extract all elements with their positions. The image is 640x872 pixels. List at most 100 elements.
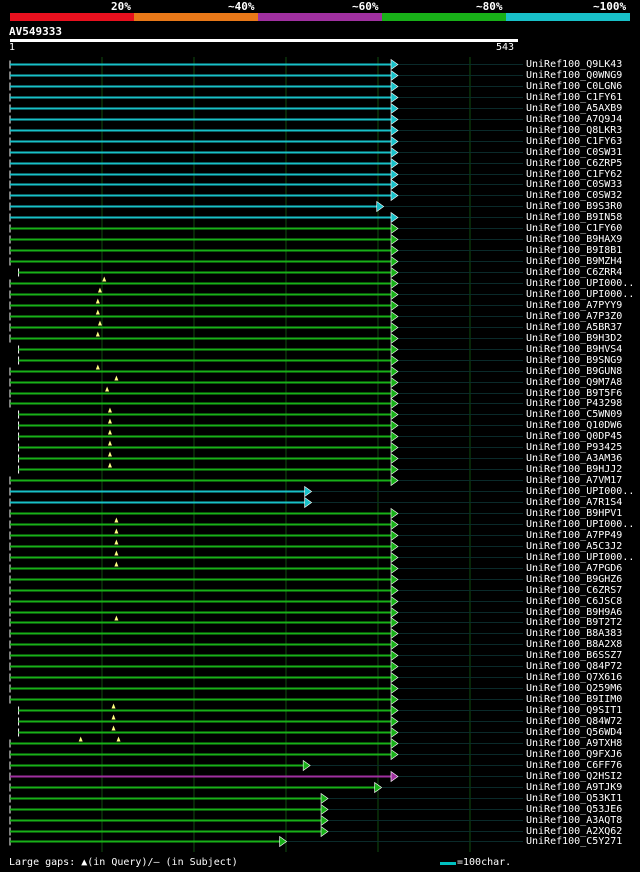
query-gap-marker: [95, 364, 100, 370]
hit-end-arrow: [390, 441, 399, 454]
hit-name[interactable]: UniRef100_C5WN09: [526, 409, 622, 420]
hit-name[interactable]: UniRef100_C6ZRS7: [526, 585, 622, 596]
hit-name[interactable]: UniRef100_Q259M6: [526, 683, 622, 694]
hit-end-arrow: [390, 222, 399, 235]
hit-name[interactable]: UniRef100_B9SNG9: [526, 355, 622, 366]
hit-name[interactable]: UniRef100_UPI000..: [526, 552, 634, 563]
hit-name[interactable]: UniRef100_C0LGN6: [526, 81, 622, 92]
hit-name[interactable]: UniRef100_Q84W72: [526, 716, 622, 727]
hit-name[interactable]: UniRef100_B9HVS4: [526, 344, 622, 355]
query-gap-marker: [97, 320, 102, 326]
hit-end-arrow: [390, 178, 399, 191]
hit-name[interactable]: UniRef100_B9IN58: [526, 212, 622, 223]
hit-name[interactable]: UniRef100_Q10DW6: [526, 420, 622, 431]
hit-name[interactable]: UniRef100_C0SW33: [526, 179, 622, 190]
hit-name[interactable]: UniRef100_B8A383: [526, 628, 622, 639]
hit-name[interactable]: UniRef100_Q8LKR3: [526, 125, 622, 136]
hit-name[interactable]: UniRef100_B9GUN8: [526, 366, 622, 377]
hit-name[interactable]: UniRef100_A5AXB9: [526, 103, 622, 114]
hit-end-arrow: [320, 814, 329, 827]
hit-end-arrow: [390, 573, 399, 586]
hit-name[interactable]: UniRef100_C6FF76: [526, 760, 622, 771]
hit-end-arrow: [390, 671, 399, 684]
hit-name[interactable]: UniRef100_UPI000..: [526, 289, 634, 300]
hit-name[interactable]: UniRef100_B9H3D2: [526, 333, 622, 344]
hit-name[interactable]: UniRef100_A7R1S4: [526, 497, 622, 508]
query-gap-marker: [105, 386, 110, 392]
hit-name[interactable]: UniRef100_A7Q9J4: [526, 114, 622, 125]
hit-name[interactable]: UniRef100_Q84P72: [526, 661, 622, 672]
query-gap-marker: [107, 429, 112, 435]
hit-name[interactable]: UniRef100_A5C3J2: [526, 541, 622, 552]
hit-name[interactable]: UniRef100_Q56WD4: [526, 727, 622, 738]
hit-end-arrow: [302, 759, 311, 772]
hit-name[interactable]: UniRef100_A7VM17: [526, 475, 622, 486]
hit-name[interactable]: UniRef100_B9T2T2: [526, 617, 622, 628]
hit-name[interactable]: UniRef100_A9TJK9: [526, 782, 622, 793]
hit-name[interactable]: UniRef100_Q0DP45: [526, 431, 622, 442]
hit-name[interactable]: UniRef100_C0SW32: [526, 190, 622, 201]
hit-name[interactable]: UniRef100_UPI000..: [526, 278, 634, 289]
hit-name[interactable]: UniRef100_C6ZRP5: [526, 158, 622, 169]
hit-name[interactable]: UniRef100_A5BR37: [526, 322, 622, 333]
hit-name[interactable]: UniRef100_UPI000..: [526, 486, 634, 497]
hit-end-arrow: [390, 540, 399, 553]
hit-name[interactable]: UniRef100_A7PYY9: [526, 300, 622, 311]
hit-end-arrow: [390, 474, 399, 487]
hit-end-arrow: [390, 748, 399, 761]
hit-name[interactable]: UniRef100_Q53JE6: [526, 804, 622, 815]
hit-name[interactable]: UniRef100_P93425: [526, 442, 622, 453]
hit-name[interactable]: UniRef100_C1FY60: [526, 223, 622, 234]
hit-end-arrow: [390, 310, 399, 323]
hit-name[interactable]: UniRef100_C1FY63: [526, 136, 622, 147]
hit-name[interactable]: UniRef100_B8A2X8: [526, 639, 622, 650]
hit-name[interactable]: UniRef100_Q9M7A8: [526, 377, 622, 388]
query-gap-marker: [97, 287, 102, 293]
hit-name[interactable]: UniRef100_Q7X616: [526, 672, 622, 683]
hit-end-arrow: [390, 518, 399, 531]
hit-name[interactable]: UniRef100_C5Y271: [526, 836, 622, 847]
hit-end-arrow: [390, 58, 399, 71]
hit-name[interactable]: UniRef100_A9TXH8: [526, 738, 622, 749]
hit-end-arrow: [390, 419, 399, 432]
hit-name[interactable]: UniRef100_B9GHZ6: [526, 574, 622, 585]
hit-end-arrow: [390, 726, 399, 739]
query-gap-marker: [78, 736, 83, 742]
hit-name[interactable]: UniRef100_A3AM36: [526, 453, 622, 464]
hit-name[interactable]: UniRef100_B9I8B1: [526, 245, 622, 256]
hit-end-arrow: [390, 430, 399, 443]
query-gap-marker: [111, 703, 116, 709]
hit-end-arrow: [390, 288, 399, 301]
query-gap-marker: [107, 407, 112, 413]
hit-name[interactable]: UniRef100_P43298: [526, 398, 622, 409]
hit-name[interactable]: UniRef100_B9HAX9: [526, 234, 622, 245]
hit-name[interactable]: UniRef100_Q9LK43: [526, 59, 622, 70]
query-gap-marker: [107, 418, 112, 424]
hit-name[interactable]: UniRef100_B9IIM0: [526, 694, 622, 705]
hit-name[interactable]: UniRef100_B9HPV1: [526, 508, 622, 519]
hit-name[interactable]: UniRef100_C1FY61: [526, 92, 622, 103]
hit-name[interactable]: UniRef100_B9MZH4: [526, 256, 622, 267]
hit-end-arrow: [374, 781, 383, 794]
hit-name[interactable]: UniRef100_Q9SIT1: [526, 705, 622, 716]
hit-end-arrow: [390, 649, 399, 662]
hit-name[interactable]: UniRef100_C6JSC8: [526, 596, 622, 607]
hit-name[interactable]: UniRef100_UPI000..: [526, 519, 634, 530]
hit-name[interactable]: UniRef100_B9S3R0: [526, 201, 622, 212]
query-gap-marker: [114, 375, 119, 381]
hit-name[interactable]: UniRef100_A7P3Z0: [526, 311, 622, 322]
hit-end-arrow: [390, 770, 399, 783]
hit-name[interactable]: UniRef100_C6ZRR4: [526, 267, 622, 278]
hit-name[interactable]: UniRef100_Q0WNG9: [526, 70, 622, 81]
hit-name[interactable]: UniRef100_A7PGD6: [526, 563, 622, 574]
hit-name[interactable]: UniRef100_Q2HSI2: [526, 771, 622, 782]
hit-name[interactable]: UniRef100_C0SW31: [526, 147, 622, 158]
hit-end-arrow: [390, 704, 399, 717]
hit-name[interactable]: UniRef100_B9HJJ2: [526, 464, 622, 475]
hit-name[interactable]: UniRef100_Q9FXJ6: [526, 749, 622, 760]
hit-name[interactable]: UniRef100_A3AQT8: [526, 815, 622, 826]
hit-end-arrow: [390, 627, 399, 640]
hit-name[interactable]: UniRef100_B6SSZ7: [526, 650, 622, 661]
hit-name[interactable]: UniRef100_Q53KI1: [526, 793, 622, 804]
hit-name[interactable]: UniRef100_A7PP49: [526, 530, 622, 541]
